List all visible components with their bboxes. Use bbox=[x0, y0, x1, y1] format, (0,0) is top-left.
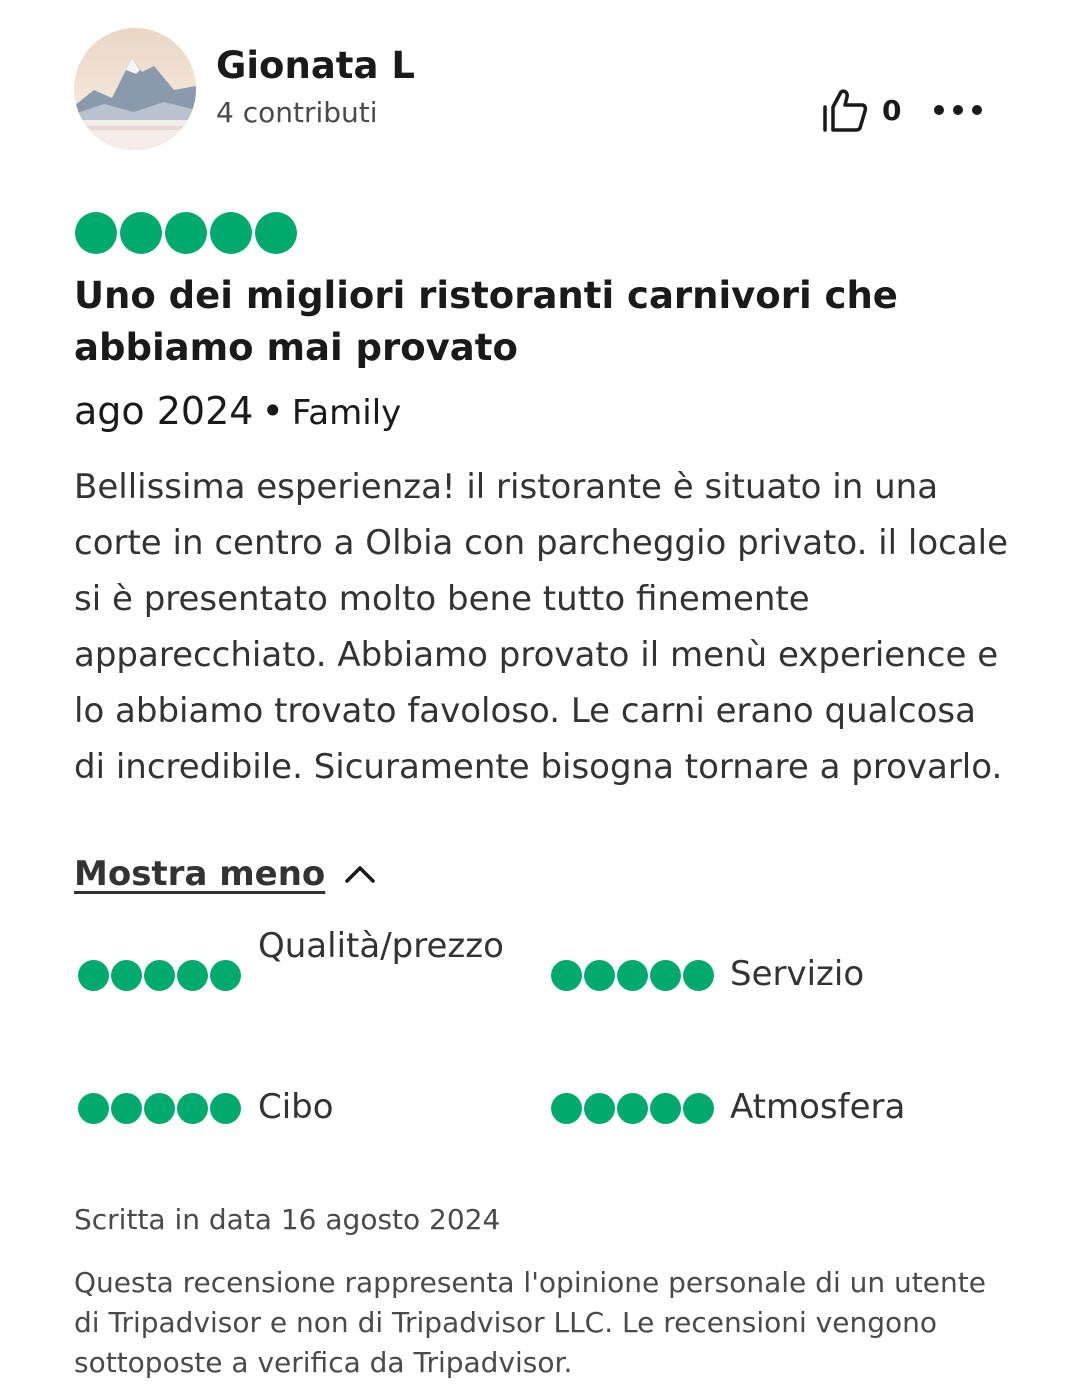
rating-bubble bbox=[551, 1093, 582, 1124]
review-meta: ago 2024 • Family bbox=[74, 389, 401, 433]
subrating-service bbox=[551, 960, 716, 991]
reviewer-contributions: 4 contributi bbox=[216, 96, 378, 129]
subrating-service-label: Servizio bbox=[730, 954, 865, 994]
rating-bubble bbox=[210, 1093, 241, 1124]
atmosphere-rating-bubbles bbox=[551, 1093, 716, 1124]
helpful-count: 0 bbox=[882, 93, 902, 127]
rating-bubble bbox=[177, 960, 208, 991]
rating-bubble bbox=[210, 212, 252, 254]
rating-bubble bbox=[111, 1093, 142, 1124]
rating-bubble bbox=[75, 212, 117, 254]
rating-bubble bbox=[683, 960, 714, 991]
review-title: Uno dei migliori ristoranti carnivori ch… bbox=[74, 274, 898, 369]
rating-bubble bbox=[650, 960, 681, 991]
review-text: Bellissima esperienza! il ristorante è s… bbox=[74, 467, 1009, 787]
trip-type: Family bbox=[291, 393, 402, 433]
show-less-label: Mostra meno bbox=[74, 854, 326, 894]
rating-bubble bbox=[617, 1093, 648, 1124]
food-rating-bubbles bbox=[78, 1093, 243, 1124]
reviewer-name[interactable]: Gionata L bbox=[216, 44, 415, 87]
rating-bubble bbox=[165, 212, 207, 254]
helpful-vote-button[interactable]: 0 bbox=[822, 88, 901, 132]
thumbs-up-icon bbox=[823, 89, 868, 132]
mountain-landscape-avatar bbox=[74, 28, 196, 150]
visit-date: ago 2024 bbox=[74, 389, 254, 433]
rating-bubble bbox=[111, 960, 142, 991]
rating-bubble bbox=[255, 212, 297, 254]
rating-bubble bbox=[584, 1093, 615, 1124]
rating-bubble bbox=[210, 960, 241, 991]
rating-bubble bbox=[177, 1093, 208, 1124]
subrating-atmosphere-label: Atmosfera bbox=[730, 1087, 906, 1127]
chevron-up-icon bbox=[345, 866, 376, 883]
more-options-icon bbox=[934, 105, 944, 115]
rating-bubble bbox=[78, 1093, 109, 1124]
rating-bubble bbox=[120, 212, 162, 254]
subrating-food bbox=[78, 1093, 243, 1124]
reviewer-avatar[interactable] bbox=[74, 28, 196, 150]
rating-bubble bbox=[144, 1093, 175, 1124]
review-rating-bubbles bbox=[75, 212, 300, 254]
subrating-atmosphere bbox=[551, 1093, 716, 1124]
subrating-food-label: Cibo bbox=[258, 1087, 334, 1127]
meta-separator: • bbox=[261, 389, 284, 433]
written-date: Scritta in data 16 agosto 2024 bbox=[74, 1203, 501, 1236]
rating-bubble bbox=[650, 1093, 681, 1124]
rating-bubble bbox=[551, 960, 582, 991]
rating-bubble bbox=[683, 1093, 714, 1124]
rating-bubble bbox=[584, 960, 615, 991]
subrating-value bbox=[78, 960, 243, 991]
rating-bubble bbox=[78, 960, 109, 991]
value-rating-bubbles bbox=[78, 960, 243, 991]
rating-bubble bbox=[617, 960, 648, 991]
review-disclaimer: Questa recensione rappresenta l'opinione… bbox=[74, 1266, 986, 1379]
rating-bubble bbox=[144, 960, 175, 991]
subrating-value-label: Qualità/prezzo bbox=[258, 926, 504, 966]
service-rating-bubbles bbox=[551, 960, 716, 991]
show-less-button[interactable]: Mostra meno bbox=[74, 854, 377, 894]
more-options-button[interactable] bbox=[934, 96, 982, 124]
